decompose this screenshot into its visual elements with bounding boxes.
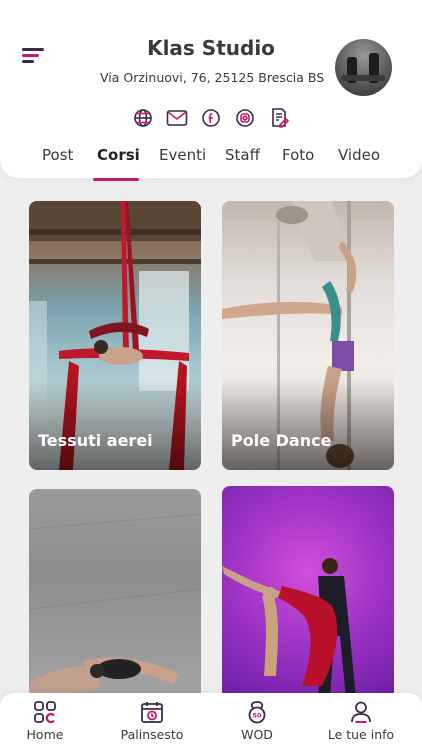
course-card-pole-dance[interactable]: Pole Dance: [222, 201, 394, 470]
course-card-4[interactable]: [222, 486, 394, 699]
tab-staff[interactable]: Staff: [225, 146, 260, 164]
tab-bar: Post Corsi Eventi Staff Foto Video: [0, 146, 422, 170]
document-edit-icon[interactable]: [268, 107, 290, 129]
nav-label: Palinsesto: [120, 727, 184, 742]
nav-label: Le tue info: [327, 727, 395, 742]
active-tab-indicator: [93, 178, 139, 181]
course-title: Tessuti aerei: [38, 431, 153, 450]
course-title: Pole Dance: [231, 431, 332, 450]
tab-post[interactable]: Post: [42, 146, 73, 164]
nav-label: Home: [26, 727, 64, 742]
nav-wod[interactable]: 50 WOD: [212, 699, 302, 742]
course-image: [29, 513, 201, 699]
nav-user-info[interactable]: Le tue info: [316, 699, 406, 742]
kettlebell-icon: 50: [212, 699, 302, 725]
facebook-icon[interactable]: [200, 107, 222, 129]
nav-palinsesto[interactable]: Palinsesto: [107, 699, 197, 742]
course-card-tessuti-aerei[interactable]: Tessuti aerei: [29, 201, 201, 470]
studio-header: Klas Studio Via Orzinuovi, 76, 25125 Bre…: [0, 0, 422, 178]
tab-video[interactable]: Video: [338, 146, 380, 164]
course-image: [222, 558, 356, 699]
user-icon: [316, 699, 406, 725]
tab-foto[interactable]: Foto: [282, 146, 314, 164]
home-grid-icon: [0, 699, 90, 725]
globe-icon[interactable]: [132, 107, 154, 129]
social-links: [132, 107, 290, 129]
nav-home[interactable]: Home: [0, 699, 90, 742]
mail-icon[interactable]: [166, 107, 188, 129]
calendar-icon: [107, 699, 197, 725]
course-card-3[interactable]: [29, 489, 201, 699]
nav-label: WOD: [241, 727, 273, 742]
bottom-navigation: Home Palinsesto 50 WOD Le tue info: [0, 693, 422, 750]
studio-avatar[interactable]: [335, 39, 392, 96]
studio-address: Via Orzinuovi, 76, 25125 Brescia BS: [100, 70, 325, 85]
instagram-icon[interactable]: [234, 107, 256, 129]
tab-eventi[interactable]: Eventi: [159, 146, 206, 164]
svg-text:50: 50: [252, 712, 262, 720]
tab-corsi[interactable]: Corsi: [97, 146, 140, 164]
